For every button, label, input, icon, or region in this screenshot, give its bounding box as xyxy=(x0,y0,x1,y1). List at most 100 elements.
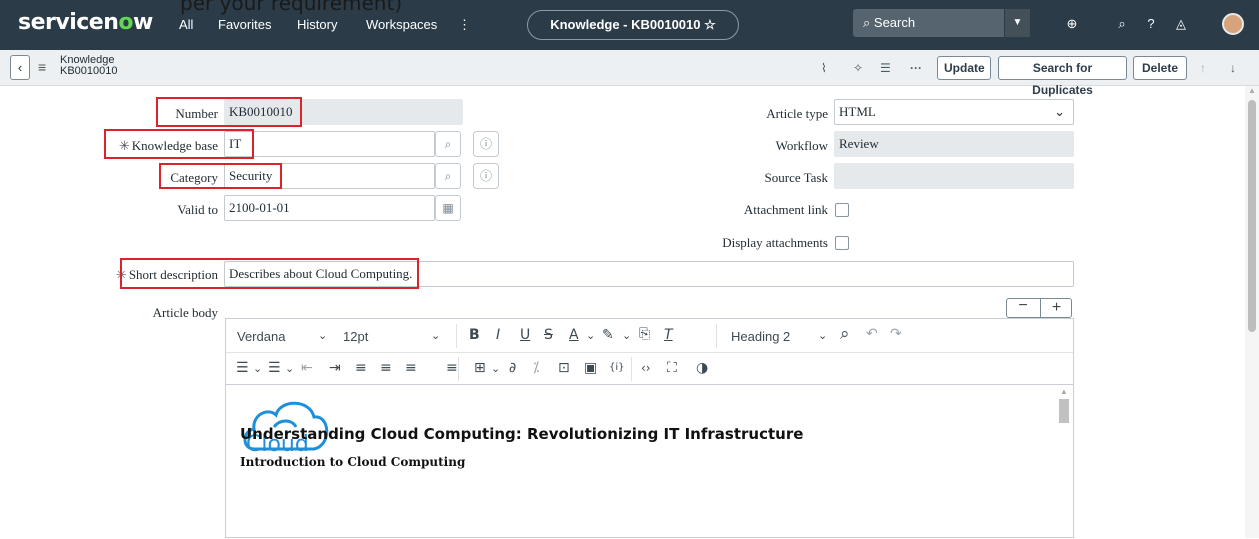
editor-toolbar-row2: ☰ ⌄ ☰ ⌄ ⇤ ⇥ ≡ ≡ ≡ ≡ ⊞ ⌄ ∂ ⁒ ⊡ ▣ {i} ‹› ⛶… xyxy=(226,353,1073,385)
chevron-down-icon[interactable]: ⌄ xyxy=(491,362,500,375)
editor-content-area[interactable]: Cloud Understanding Cloud Computing: Rev… xyxy=(226,385,1073,539)
update-button[interactable]: Update xyxy=(937,56,991,80)
align-right-icon[interactable]: ≡ xyxy=(405,360,417,376)
display-attachments-label: Display attachments xyxy=(722,235,828,250)
notifications-bell-icon[interactable]: ◬ xyxy=(1172,15,1190,33)
record-title-pill[interactable]: Knowledge - KB0010010 ☆ xyxy=(527,10,739,40)
chevron-down-icon[interactable]: ⌄ xyxy=(318,329,327,342)
block-format-select[interactable]: Heading 2 xyxy=(731,329,790,344)
globe-icon[interactable]: ⊕ xyxy=(1063,15,1081,33)
editor-scrollbar[interactable]: ▲ xyxy=(1058,385,1070,539)
delete-button[interactable]: Delete xyxy=(1133,56,1187,80)
highlight-color-icon[interactable]: ✎ xyxy=(602,327,614,343)
valid-to-label: Valid to xyxy=(177,202,218,217)
settings-sliders-icon[interactable]: ☰ xyxy=(880,61,891,75)
valid-to-field[interactable]: 2100-01-01 xyxy=(224,195,435,221)
accessibility-checker-icon[interactable]: ◑ xyxy=(696,360,708,376)
text-color-icon[interactable]: A xyxy=(569,327,579,343)
prev-record-icon[interactable]: ↑ xyxy=(1200,61,1206,75)
scroll-up-icon[interactable]: ▲ xyxy=(1248,86,1256,95)
outdent-icon[interactable]: ⇤ xyxy=(301,360,313,376)
knowledge-base-field[interactable]: IT xyxy=(224,131,435,157)
activity-icon[interactable]: ✧ xyxy=(853,61,863,75)
align-center-icon[interactable]: ≡ xyxy=(380,360,392,376)
editor-scroll-thumb[interactable] xyxy=(1059,399,1069,423)
unlink-icon[interactable]: ⁒ xyxy=(533,360,539,376)
nav-all[interactable]: All xyxy=(179,17,193,32)
redo-icon[interactable]: ↷ xyxy=(890,326,902,342)
bold-icon[interactable]: B xyxy=(469,327,480,343)
category-info-icon[interactable]: ⓘ xyxy=(473,163,499,189)
toolbar-divider xyxy=(631,357,632,381)
next-record-icon[interactable]: ↓ xyxy=(1230,61,1236,75)
search-scope-dropdown[interactable]: ▼ xyxy=(1004,9,1030,37)
knowledge-base-lookup-search-icon[interactable]: ⌕ xyxy=(435,131,461,157)
bullet-list-icon[interactable]: ☰ xyxy=(236,360,249,376)
editor-toolbar-row1: Verdana ⌄ 12pt ⌄ B I U S A ⌄ ✎ ⌄ ⎘ T Hea… xyxy=(226,319,1073,353)
search-placeholder: Search xyxy=(873,15,916,30)
article-type-select[interactable]: HTML ⌄ xyxy=(834,99,1074,125)
shrink-editor-button[interactable]: − xyxy=(1007,297,1039,315)
nav-history[interactable]: History xyxy=(297,17,337,32)
fullscreen-icon[interactable]: ⛶ xyxy=(667,360,677,376)
clear-formatting-icon[interactable]: T xyxy=(664,327,673,343)
search-duplicates-button[interactable]: Search for Duplicates xyxy=(998,56,1127,97)
overlay-caption: per your requirement) xyxy=(180,0,403,15)
page-scrollbar[interactable]: ▲ xyxy=(1245,86,1259,538)
page-scroll-thumb[interactable] xyxy=(1248,100,1256,332)
article-subheading: Introduction to Cloud Computing xyxy=(240,455,466,469)
toolbar-divider xyxy=(716,324,717,348)
chevron-down-icon[interactable]: ⌄ xyxy=(818,329,827,342)
scroll-up-icon[interactable]: ▲ xyxy=(1060,387,1068,396)
numbered-list-icon[interactable]: ☰ xyxy=(268,360,281,376)
avatar[interactable] xyxy=(1222,13,1244,35)
chat-icon[interactable]: ⌕ xyxy=(1113,15,1131,33)
article-body-editor[interactable]: Verdana ⌄ 12pt ⌄ B I U S A ⌄ ✎ ⌄ ⎘ T Hea… xyxy=(225,318,1074,538)
nav-workspaces[interactable]: Workspaces xyxy=(366,17,437,32)
italic-icon[interactable]: I xyxy=(496,327,500,343)
source-task-label: Source Task xyxy=(764,170,828,185)
knowledge-base-info-icon[interactable]: ⓘ xyxy=(473,131,499,157)
media-icon[interactable]: ▣ xyxy=(584,360,597,376)
link-icon[interactable]: ∂ xyxy=(509,360,516,376)
category-lookup-search-icon[interactable]: ⌕ xyxy=(435,163,461,189)
expand-editor-button[interactable]: + xyxy=(1040,299,1072,317)
source-code-icon[interactable]: ‹› xyxy=(641,361,651,375)
more-options-icon[interactable]: ··· xyxy=(910,61,922,75)
chevron-down-icon[interactable]: ⌄ xyxy=(586,329,595,342)
servicenow-logo[interactable]: servicenow xyxy=(18,10,153,35)
highlight-box-knowledge-base xyxy=(104,129,254,159)
font-family-select[interactable]: Verdana xyxy=(237,329,285,344)
chevron-down-icon[interactable]: ⌄ xyxy=(253,362,262,375)
context-menu-icon[interactable]: ≡ xyxy=(38,59,46,75)
code-sample-icon[interactable]: {i} xyxy=(609,362,625,373)
underline-icon[interactable]: U xyxy=(520,327,530,343)
attachment-link-checkbox[interactable] xyxy=(835,203,849,217)
highlight-box-short-description xyxy=(120,258,419,289)
calendar-icon[interactable]: ▦ xyxy=(435,195,461,221)
highlight-box-number xyxy=(156,97,302,127)
image-icon[interactable]: ⊡ xyxy=(558,360,570,376)
font-size-select[interactable]: 12pt xyxy=(343,329,368,344)
toolbar-divider xyxy=(456,324,457,348)
editor-resize-control: − + xyxy=(1006,297,1072,318)
strikethrough-icon[interactable]: S xyxy=(544,327,553,343)
nav-more-icon[interactable]: ⋮ xyxy=(458,17,471,33)
align-justify-icon[interactable]: ≡ xyxy=(446,360,458,376)
find-replace-icon[interactable]: ⌕ xyxy=(840,324,850,344)
back-button[interactable]: ‹ xyxy=(10,55,30,80)
article-heading: Understanding Cloud Computing: Revolutio… xyxy=(240,425,804,443)
help-icon[interactable]: ? xyxy=(1142,15,1160,33)
attachment-icon[interactable]: ⌇ xyxy=(821,61,827,75)
undo-icon[interactable]: ↶ xyxy=(866,326,878,342)
align-left-icon[interactable]: ≡ xyxy=(355,360,367,376)
display-attachments-checkbox[interactable] xyxy=(835,236,849,250)
chevron-down-icon[interactable]: ⌄ xyxy=(285,362,294,375)
paste-icon[interactable]: ⎘ xyxy=(639,326,650,342)
indent-icon[interactable]: ⇥ xyxy=(329,360,341,376)
global-search[interactable]: ⌕ Search ▼ xyxy=(853,9,1030,37)
chevron-down-icon[interactable]: ⌄ xyxy=(622,329,631,342)
chevron-down-icon[interactable]: ⌄ xyxy=(431,329,440,342)
table-icon[interactable]: ⊞ xyxy=(474,360,486,376)
nav-favorites[interactable]: Favorites xyxy=(218,17,271,32)
